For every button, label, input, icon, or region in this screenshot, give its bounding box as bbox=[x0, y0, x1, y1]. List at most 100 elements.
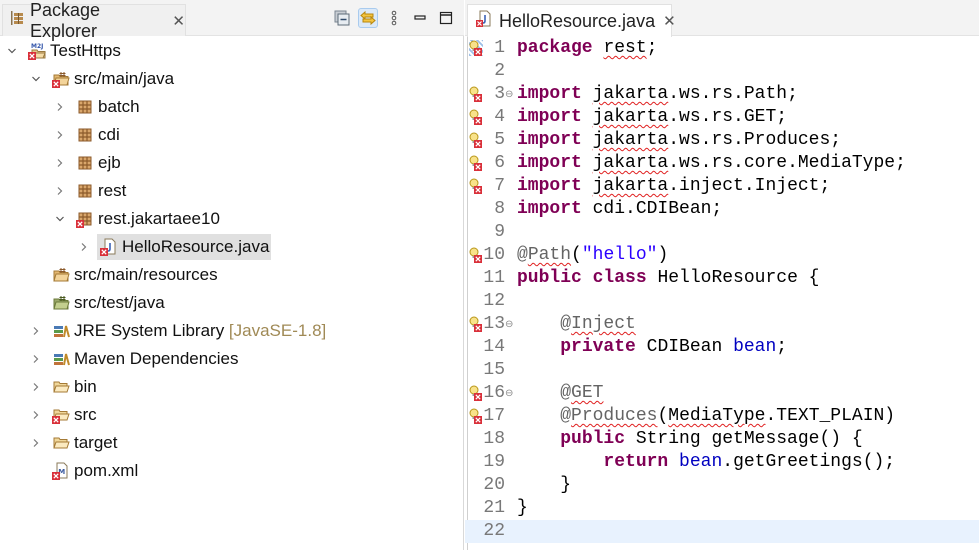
tree-item-label[interactable]: src/test/java bbox=[74, 293, 165, 313]
code-line[interactable]: 10 @Path("hello") bbox=[465, 244, 979, 267]
code-line[interactable]: 16 ⊖ @GET bbox=[465, 382, 979, 405]
code-text: } bbox=[517, 497, 528, 520]
fold-collapse-icon[interactable]: ⊖ bbox=[505, 83, 513, 106]
code-area[interactable]: 1 package rest; 2 3 ⊖ import jakarta.ws.rs.Pa… bbox=[465, 37, 979, 543]
tree-item[interactable]: rest.jakartaee10 bbox=[0, 205, 462, 233]
tree-item[interactable]: src/main/java bbox=[0, 65, 462, 93]
tree-item-label[interactable]: HelloResource.java bbox=[122, 237, 269, 257]
source-folder-icon bbox=[52, 70, 70, 88]
code-line[interactable]: 19 return bean.getGreetings(); bbox=[465, 451, 979, 474]
editor-tabbar: HelloResource.java ✕ bbox=[465, 0, 979, 37]
tree-item[interactable]: HelloResource.java bbox=[0, 233, 462, 261]
chevron-right-icon[interactable] bbox=[78, 241, 90, 253]
tree-item-label[interactable]: src/main/java bbox=[74, 69, 174, 89]
code-token: bean bbox=[679, 452, 723, 472]
code-line[interactable]: 6 import jakarta.ws.rs.core.MediaType; bbox=[465, 152, 979, 175]
tree-item-label[interactable]: rest bbox=[98, 181, 126, 201]
tree-item[interactable]: batch bbox=[0, 93, 462, 121]
code-line[interactable]: 22 bbox=[465, 520, 979, 543]
code-token: class bbox=[592, 268, 647, 288]
tree-item[interactable]: JRE System Library [JavaSE-1.8] bbox=[0, 317, 462, 345]
tree-item[interactable]: target bbox=[0, 429, 462, 457]
code-text: public String getMessage() { bbox=[517, 428, 862, 451]
tree-item-label[interactable]: rest.jakartaee10 bbox=[98, 209, 220, 229]
close-icon[interactable]: ✕ bbox=[663, 12, 676, 30]
fold-collapse-icon[interactable]: ⊖ bbox=[505, 382, 513, 405]
code-line[interactable]: 8 import cdi.CDIBean; bbox=[465, 198, 979, 221]
code-text: @Inject bbox=[517, 313, 636, 336]
library-icon bbox=[52, 350, 70, 368]
tree-item[interactable]: rest bbox=[0, 177, 462, 205]
chevron-right-icon[interactable] bbox=[54, 129, 66, 141]
close-icon[interactable]: ✕ bbox=[172, 12, 185, 30]
code-token: } bbox=[517, 475, 572, 495]
chevron-right-icon[interactable] bbox=[30, 437, 42, 449]
code-line[interactable]: 4 import jakarta.ws.rs.GET; bbox=[465, 106, 979, 129]
tree-item[interactable]: src bbox=[0, 401, 462, 429]
tree-item-label[interactable]: Maven Dependencies bbox=[74, 349, 238, 369]
tree-item[interactable]: Maven Dependencies bbox=[0, 345, 462, 373]
tree-item-label[interactable]: batch bbox=[98, 97, 140, 117]
code-text: import jakarta.inject.Inject; bbox=[517, 175, 830, 198]
tree-item[interactable]: cdi bbox=[0, 121, 462, 149]
tree-item-label[interactable]: ejb bbox=[98, 153, 121, 173]
tree-item-label[interactable]: target bbox=[74, 433, 117, 453]
tree-item-text: HelloResource.java bbox=[122, 237, 270, 256]
tree-item[interactable]: src/main/resources bbox=[0, 261, 462, 289]
code-line[interactable]: 12 bbox=[465, 290, 979, 313]
code-line[interactable]: 14 private CDIBean bean; bbox=[465, 336, 979, 359]
fold-collapse-icon[interactable]: ⊖ bbox=[505, 313, 513, 336]
tree-item[interactable]: M2J TestHttps bbox=[0, 37, 462, 65]
code-line[interactable]: 2 bbox=[465, 60, 979, 83]
code-line[interactable]: 9 bbox=[465, 221, 979, 244]
chevron-down-icon[interactable] bbox=[6, 45, 18, 57]
collapse-all-button[interactable] bbox=[332, 8, 352, 28]
tab-package-explorer[interactable]: Package Explorer ✕ bbox=[2, 0, 186, 41]
code-line[interactable]: 18 public String getMessage() { bbox=[465, 428, 979, 451]
view-menu-button[interactable] bbox=[384, 8, 404, 28]
chevron-right-icon[interactable] bbox=[54, 101, 66, 113]
code-line[interactable]: 20 } bbox=[465, 474, 979, 497]
code-line[interactable]: 3 ⊖ import jakarta.ws.rs.Path; bbox=[465, 83, 979, 106]
chevron-right-icon[interactable] bbox=[30, 325, 42, 337]
chevron-down-icon[interactable] bbox=[30, 73, 42, 85]
tree-item-label[interactable]: src/main/resources bbox=[74, 265, 218, 285]
code-line[interactable]: 11 public class HelloResource { bbox=[465, 267, 979, 290]
code-line[interactable]: 17 @Produces(MediaType.TEXT_PLAIN) bbox=[465, 405, 979, 428]
code-token: jakarta bbox=[592, 153, 669, 173]
chevron-right-icon[interactable] bbox=[30, 409, 42, 421]
maximize-button[interactable] bbox=[436, 8, 456, 28]
tree-item-label[interactable]: src bbox=[74, 405, 97, 425]
code-line[interactable]: 5 import jakarta.ws.rs.Produces; bbox=[465, 129, 979, 152]
code-line[interactable]: 21} bbox=[465, 497, 979, 520]
tree-item-label[interactable]: JRE System Library [JavaSE-1.8] bbox=[74, 321, 326, 341]
tree-item[interactable]: src/test/java bbox=[0, 289, 462, 317]
link-with-editor-button[interactable] bbox=[358, 8, 378, 28]
code-token: @ bbox=[560, 406, 572, 426]
java-file-icon bbox=[100, 238, 118, 256]
code-line[interactable]: 13 ⊖ @Inject bbox=[465, 313, 979, 336]
code-token: jakarta bbox=[592, 107, 669, 127]
chevron-right-icon[interactable] bbox=[54, 157, 66, 169]
minimize-button[interactable] bbox=[410, 8, 430, 28]
chevron-right-icon[interactable] bbox=[54, 185, 66, 197]
tree-item-label[interactable]: pom.xml bbox=[74, 461, 138, 481]
code-line[interactable]: 7 import jakarta.inject.Inject; bbox=[465, 175, 979, 198]
chevron-right-icon[interactable] bbox=[30, 381, 42, 393]
tree-item-label[interactable]: cdi bbox=[98, 125, 120, 145]
code-token: ; bbox=[646, 38, 658, 58]
code-line[interactable]: 1 package rest; bbox=[465, 37, 979, 60]
tree-item[interactable]: Mpom.xml bbox=[0, 457, 462, 485]
code-line[interactable]: 15 bbox=[465, 359, 979, 382]
tree-item-label[interactable]: TestHttps bbox=[50, 41, 121, 61]
line-number: 4 bbox=[494, 107, 505, 127]
tree-item[interactable]: ejb bbox=[0, 149, 462, 177]
tab-hello-resource[interactable]: HelloResource.java ✕ bbox=[467, 4, 676, 37]
tree-item[interactable]: bin bbox=[0, 373, 462, 401]
chevron-down-icon[interactable] bbox=[54, 213, 66, 225]
tree-item-label[interactable]: bin bbox=[74, 377, 97, 397]
chevron-right-icon[interactable] bbox=[30, 353, 42, 365]
line-number: 6 bbox=[494, 153, 505, 173]
folder-icon bbox=[52, 378, 70, 396]
